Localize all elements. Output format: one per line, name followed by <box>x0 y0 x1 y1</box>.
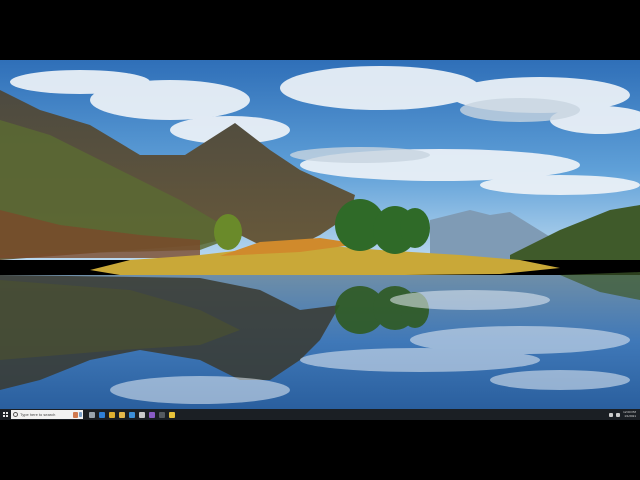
tray-chevron-icon[interactable] <box>609 412 614 417</box>
desktop-wallpaper[interactable] <box>0 60 640 409</box>
system-tray: 12:00 PM 1/1/2021 <box>609 410 640 418</box>
edge-icon[interactable] <box>99 411 105 418</box>
taskbar: Type here to search 12:00 PM 1/1/2021 <box>0 409 640 420</box>
search-placeholder: Type here to search <box>20 412 56 417</box>
store-icon[interactable] <box>129 411 135 418</box>
search-icon <box>13 412 18 417</box>
chrome-icon[interactable] <box>109 411 115 418</box>
start-button[interactable] <box>0 409 10 420</box>
settings-icon[interactable] <box>139 411 145 418</box>
notes-icon[interactable] <box>169 411 175 418</box>
taskbar-search-box[interactable]: Type here to search <box>11 410 83 419</box>
wallpaper-image <box>0 60 640 409</box>
cortana-avatar-icon[interactable] <box>73 411 78 418</box>
letterbox-top <box>0 0 640 60</box>
file-explorer-icon[interactable] <box>119 411 125 418</box>
windows-logo-icon <box>2 412 8 417</box>
clock-date: 1/1/2021 <box>624 413 636 418</box>
letterbox-bottom <box>0 420 640 480</box>
pinned-apps <box>89 411 175 418</box>
network-icon[interactable] <box>616 412 621 417</box>
visual-studio-icon[interactable] <box>149 411 155 418</box>
terminal-icon[interactable] <box>159 411 165 418</box>
microphone-icon[interactable] <box>79 412 82 417</box>
clock[interactable]: 12:00 PM 1/1/2021 <box>623 410 636 418</box>
task-view-icon[interactable] <box>89 411 95 418</box>
